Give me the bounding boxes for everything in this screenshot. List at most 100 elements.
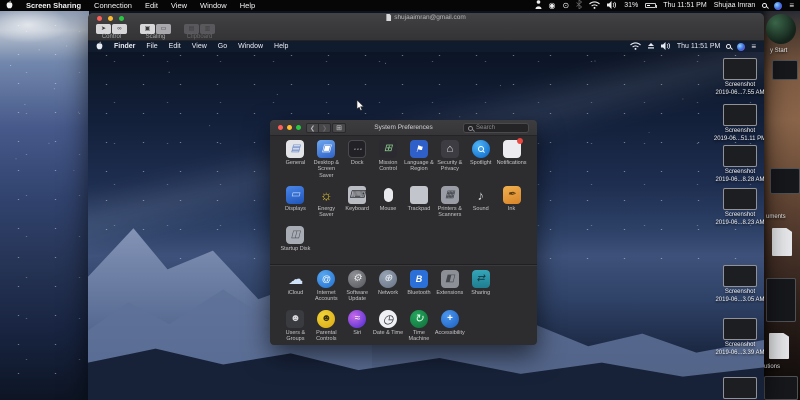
battery-percentage: 31%	[624, 2, 638, 9]
screen: y Start uments utions shujaaimran@gmail.…	[0, 0, 800, 400]
pref-sharing[interactable]: ⇄Sharing	[465, 270, 496, 303]
pref-mouse[interactable]: Mouse	[373, 186, 404, 219]
system-preferences-window[interactable]: ❮ ❯ ⊞ System Preferences Search ▤General…	[270, 120, 537, 345]
wifi-icon[interactable]	[589, 1, 600, 11]
remote-menu-file[interactable]: File	[146, 43, 157, 50]
pref-energy-saver[interactable]: ☼Energy Saver	[311, 186, 342, 219]
pref-time-machine[interactable]: ↻Time Machine	[404, 310, 435, 343]
pref-icloud[interactable]: ☁iCloud	[280, 270, 311, 303]
remote-menu-window[interactable]: Window	[238, 43, 263, 50]
pref-trackpad[interactable]: Trackpad	[404, 186, 435, 219]
host-desktop-thumbnail[interactable]	[770, 168, 800, 194]
control-cursor-button[interactable]: ➤	[96, 24, 111, 34]
battery-icon[interactable]	[645, 3, 656, 8]
pref-dock[interactable]: ⋯Dock	[342, 140, 373, 179]
pref-mission-control[interactable]: ⊞Mission Control	[373, 140, 404, 179]
pref-printers-scanners[interactable]: ▦Printers & Scanners	[434, 186, 465, 219]
remote-menu-go[interactable]: Go	[218, 43, 227, 50]
close-button[interactable]	[278, 125, 283, 130]
pref-date-time[interactable]: ◷Date & Time	[373, 310, 404, 343]
pref-internet-accounts[interactable]: @Internet Accounts	[311, 270, 342, 303]
spotlight-search-icon[interactable]	[762, 3, 767, 8]
desktop-icon[interactable]: Screenshot2019-06...3.39 AM	[706, 318, 764, 357]
pref-ink[interactable]: ✒Ink	[496, 186, 527, 219]
host-desktop-document-icon[interactable]	[772, 228, 792, 256]
notification-center-icon[interactable]: ≡	[789, 2, 794, 10]
search-input[interactable]: Search	[463, 123, 529, 133]
keyboard-icon: ⌨	[348, 186, 366, 204]
remote-menu-help[interactable]: Help	[274, 43, 288, 50]
forward-button[interactable]: ❯	[318, 123, 331, 133]
menu-view[interactable]: View	[171, 1, 187, 10]
window-titlebar[interactable]: shujaaimran@gmail.com	[88, 13, 764, 23]
menu-help[interactable]: Help	[240, 1, 255, 10]
minimize-button[interactable]	[287, 125, 292, 130]
spotlight-search-icon[interactable]	[726, 44, 731, 49]
pref-displays[interactable]: ▭Displays	[280, 186, 311, 219]
remote-menu-view[interactable]: View	[192, 43, 207, 50]
pref-network[interactable]: ⊕Network	[373, 270, 404, 303]
sysprefs-title: System Preferences	[374, 124, 433, 131]
host-desktop-document-icon[interactable]	[769, 333, 789, 359]
desktop-icon[interactable]	[706, 377, 764, 399]
scaling-fit-button[interactable]: ▣	[140, 24, 155, 34]
desktop-icon[interactable]: Screenshot2019-06...8.23 AM	[706, 188, 764, 227]
show-all-button[interactable]: ⊞	[332, 123, 346, 133]
volume-icon[interactable]	[607, 1, 617, 11]
pref-extensions[interactable]: ◧Extensions	[434, 270, 465, 303]
pref-keyboard[interactable]: ⌨Keyboard	[342, 186, 373, 219]
remote-clock[interactable]: Thu 11:51 PM	[677, 43, 720, 50]
pref-users-groups[interactable]: ☻Users & Groups	[280, 310, 311, 343]
pref-sound[interactable]: ♪Sound	[465, 186, 496, 219]
siri-icon[interactable]	[737, 43, 745, 51]
desktop-icon[interactable]: Screenshot2019-06...8.28 AM	[706, 145, 764, 184]
pref-language-region[interactable]: ⚑Language & Region	[404, 140, 435, 179]
desktop-icon[interactable]: Screenshot2019-06...7.55 AM	[706, 58, 764, 97]
pref-accessibility[interactable]: +Accessibility	[434, 310, 465, 343]
keychain-status-icon[interactable]: ⊙	[563, 2, 570, 10]
user-menu[interactable]: Shujaa Imran	[714, 2, 756, 9]
volume-icon[interactable]	[661, 42, 671, 52]
pref-security-privacy[interactable]: ⌂Security & Privacy	[434, 140, 465, 179]
wifi-icon[interactable]	[630, 42, 641, 52]
fast-user-switching-icon[interactable]	[535, 0, 542, 11]
pref-siri[interactable]: ≈Siri	[342, 310, 373, 343]
pref-startup-disk[interactable]: ◫Startup Disk	[280, 226, 311, 252]
eject-icon[interactable]	[647, 42, 655, 51]
sysprefs-titlebar[interactable]: ❮ ❯ ⊞ System Preferences Search	[270, 120, 537, 136]
pref-general[interactable]: ▤General	[280, 140, 311, 179]
pref-spotlight[interactable]: Spotlight	[465, 140, 496, 179]
notification-center-icon[interactable]: ≡	[751, 43, 756, 51]
pref-bluetooth[interactable]: BBluetooth	[404, 270, 435, 303]
host-desktop-circle-icon[interactable]	[766, 14, 796, 44]
host-desktop-thumbnail[interactable]	[764, 376, 798, 400]
pref-notifications[interactable]: Notifications	[496, 140, 527, 179]
control-observe-button[interactable]: ∞	[112, 24, 127, 34]
search-icon	[468, 126, 473, 131]
host-desktop-thumbnail[interactable]	[772, 60, 798, 80]
desktop-icon[interactable]: Screenshot2019-06...51.11 PM	[706, 104, 764, 143]
desktop-icon[interactable]: Screenshot2019-06...3.05 AM	[706, 265, 764, 304]
menu-connection[interactable]: Connection	[94, 1, 132, 10]
host-desktop-thumbnail[interactable]	[766, 278, 796, 322]
menu-edit[interactable]: Edit	[145, 1, 158, 10]
apple-menu-icon[interactable]	[96, 41, 103, 52]
scaling-actual-button[interactable]: ▭	[156, 24, 171, 34]
host-clock[interactable]: Thu 11:51 PM	[663, 2, 706, 9]
siri-icon[interactable]	[774, 2, 782, 10]
apple-menu-icon[interactable]	[6, 0, 13, 11]
pref-desktop-screen-saver[interactable]: ▣Desktop & Screen Saver	[311, 140, 342, 179]
display-status-icon[interactable]: ◉	[549, 2, 556, 10]
remote-desktop-view[interactable]: Finder File Edit View Go Window Help Thu…	[88, 41, 764, 400]
remote-menu-edit[interactable]: Edit	[169, 43, 181, 50]
pref-software-update[interactable]: ⚙Software Update	[342, 270, 373, 303]
pref-parental-controls[interactable]: ☻Parental Controls	[311, 310, 342, 343]
remote-menu-finder[interactable]: Finder	[114, 43, 135, 50]
zoom-button[interactable]	[296, 125, 301, 130]
menu-screen-sharing[interactable]: Screen Sharing	[26, 1, 81, 10]
close-button[interactable]	[97, 16, 102, 21]
bluetooth-icon[interactable]	[576, 0, 582, 11]
minimize-button[interactable]	[108, 16, 113, 21]
zoom-button[interactable]	[119, 16, 124, 21]
menu-window[interactable]: Window	[200, 1, 227, 10]
